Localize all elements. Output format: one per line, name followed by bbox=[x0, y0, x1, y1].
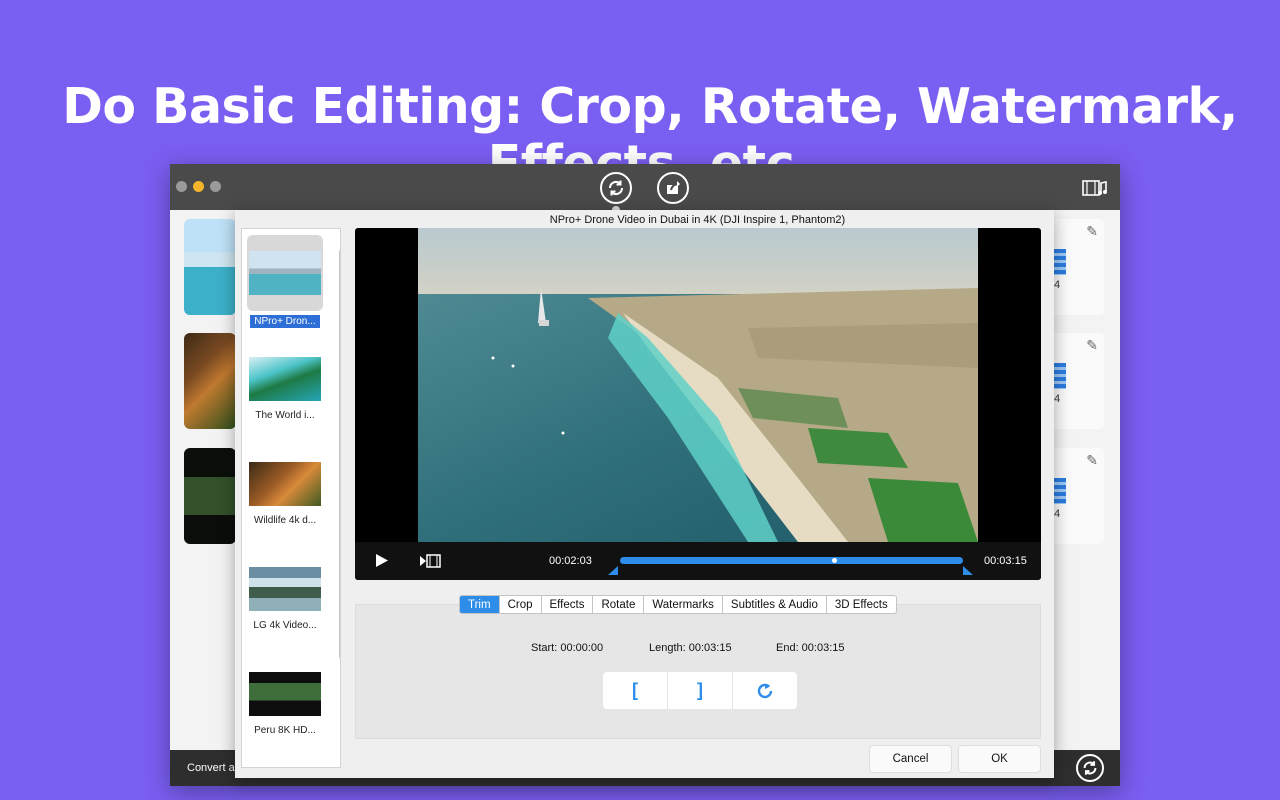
playlist-item-label: NPro+ Dron... bbox=[250, 315, 320, 328]
film-music-icon[interactable] bbox=[1082, 178, 1108, 203]
playlist-item[interactable]: Peru 8K HD... bbox=[246, 672, 324, 738]
background-thumbnail[interactable] bbox=[184, 333, 236, 429]
current-time: 00:02:03 bbox=[549, 555, 592, 567]
titlebar bbox=[170, 164, 1120, 214]
trim-panel: Start: 00:00:00 Length: 00:03:15 End: 00… bbox=[355, 604, 1041, 739]
playlist-item[interactable]: The World i... bbox=[246, 357, 324, 423]
playlist-item-label: LG 4k Video... bbox=[253, 620, 317, 631]
tab-rotate[interactable]: Rotate bbox=[593, 596, 645, 613]
convert-icon[interactable] bbox=[600, 172, 632, 204]
trim-start-label: Start: 00:00:00 bbox=[531, 642, 604, 654]
playlist-thumbnail bbox=[249, 462, 321, 506]
playlist-thumbnail bbox=[249, 357, 321, 401]
playlist-item-label: Peru 8K HD... bbox=[254, 725, 316, 736]
player-controls: 00:02:03 00:03:15 bbox=[355, 542, 1041, 580]
tab-trim[interactable]: Trim bbox=[460, 596, 500, 613]
set-end-button[interactable]: ] bbox=[668, 672, 733, 709]
edit-tabs: Trim Crop Effects Rotate Watermarks Subt… bbox=[459, 595, 897, 614]
maximize-window-button[interactable] bbox=[210, 181, 221, 192]
cancel-button[interactable]: Cancel bbox=[869, 745, 952, 773]
seek-knob[interactable] bbox=[832, 558, 837, 563]
seek-bar[interactable] bbox=[620, 557, 963, 564]
ok-button[interactable]: OK bbox=[958, 745, 1041, 773]
trim-length-label: Length: 00:03:15 bbox=[649, 642, 732, 654]
playlist-thumbnail bbox=[249, 251, 321, 295]
pencil-icon[interactable]: ✎ bbox=[1086, 452, 1098, 469]
tab-crop[interactable]: Crop bbox=[500, 596, 542, 613]
close-window-button[interactable] bbox=[176, 181, 187, 192]
tab-subtitles-audio[interactable]: Subtitles & Audio bbox=[723, 596, 827, 613]
trim-end-label: End: 00:03:15 bbox=[776, 642, 845, 654]
edit-dialog: NPro+ Dron... The World i... Wildlife 4k… bbox=[235, 210, 1054, 778]
video-title: NPro+ Drone Video in Dubai in 4K (DJI In… bbox=[549, 214, 846, 226]
video-frame[interactable] bbox=[418, 228, 978, 542]
play-icon[interactable] bbox=[375, 553, 389, 573]
playlist-thumbnail bbox=[249, 672, 321, 716]
pencil-icon[interactable]: ✎ bbox=[1086, 223, 1098, 240]
playlist-item[interactable]: NPro+ Dron... bbox=[246, 235, 324, 329]
convert-all-label[interactable]: Convert al bbox=[187, 762, 237, 774]
playlist-thumbnail bbox=[249, 567, 321, 611]
convert-icon[interactable] bbox=[1076, 754, 1104, 782]
background-card: ✎ 4 bbox=[1052, 333, 1104, 429]
sidebar-scrollbar[interactable] bbox=[339, 249, 340, 659]
playlist-item-label: Wildlife 4k d... bbox=[253, 515, 317, 526]
trim-start-marker[interactable] bbox=[608, 566, 618, 575]
background-card: ✎ 4 bbox=[1052, 219, 1104, 315]
file-icon bbox=[1054, 249, 1066, 275]
total-time: 00:03:15 bbox=[984, 555, 1027, 567]
pencil-icon[interactable]: ✎ bbox=[1086, 337, 1098, 354]
set-start-button[interactable]: [ bbox=[603, 672, 668, 709]
tab-watermarks[interactable]: Watermarks bbox=[644, 596, 723, 613]
playlist-sidebar: NPro+ Dron... The World i... Wildlife 4k… bbox=[241, 228, 341, 768]
playlist-item-label: The World i... bbox=[255, 410, 315, 421]
background-card: ✎ 4 bbox=[1052, 448, 1104, 544]
video-player: 00:02:03 00:03:15 bbox=[355, 228, 1041, 580]
share-icon[interactable] bbox=[657, 172, 689, 204]
trim-buttons: [ ] bbox=[603, 672, 797, 709]
file-icon bbox=[1054, 478, 1066, 504]
clip-icon[interactable] bbox=[419, 553, 441, 574]
tab-effects[interactable]: Effects bbox=[542, 596, 594, 613]
playlist-item[interactable]: Wildlife 4k d... bbox=[246, 462, 324, 528]
tab-3d-effects[interactable]: 3D Effects bbox=[827, 596, 896, 613]
playlist-item[interactable]: LG 4k Video... bbox=[246, 567, 324, 633]
minimize-window-button[interactable] bbox=[193, 181, 204, 192]
background-thumbnail[interactable] bbox=[184, 219, 236, 315]
reset-icon[interactable] bbox=[733, 672, 797, 709]
file-icon bbox=[1054, 363, 1066, 389]
background-thumbnail[interactable] bbox=[184, 448, 236, 544]
trim-end-marker[interactable] bbox=[963, 566, 973, 575]
